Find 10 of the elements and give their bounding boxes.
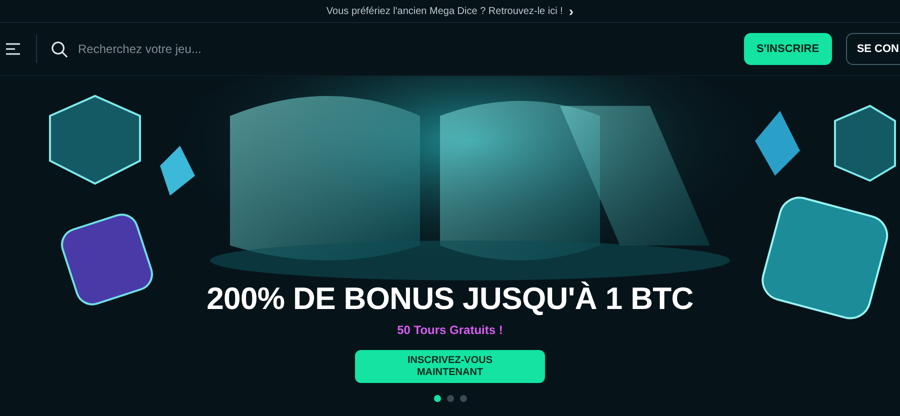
announcement-text[interactable]: Vous préfériez l'ancien Mega Dice ? Retrouvez-le ici ! (326, 6, 563, 16)
search-icon[interactable] (51, 40, 68, 58)
signup-button[interactable]: S'INSCRIRE (744, 33, 832, 65)
login-button[interactable]: SE CON (846, 33, 900, 65)
banner-title: 200% DE BONUS JUSQU'À 1 BTC (206, 281, 694, 317)
banner-subtitle: 50 Tours Gratuits ! (397, 323, 503, 337)
search-field[interactable]: Recherchez votre jeu... (76, 41, 744, 57)
signup-now-button[interactable]: INSCRIVEZ-VOUS MAINTENANT (355, 350, 545, 383)
menu-icon[interactable] (6, 43, 20, 55)
chevron-icon[interactable]: › (568, 4, 574, 18)
